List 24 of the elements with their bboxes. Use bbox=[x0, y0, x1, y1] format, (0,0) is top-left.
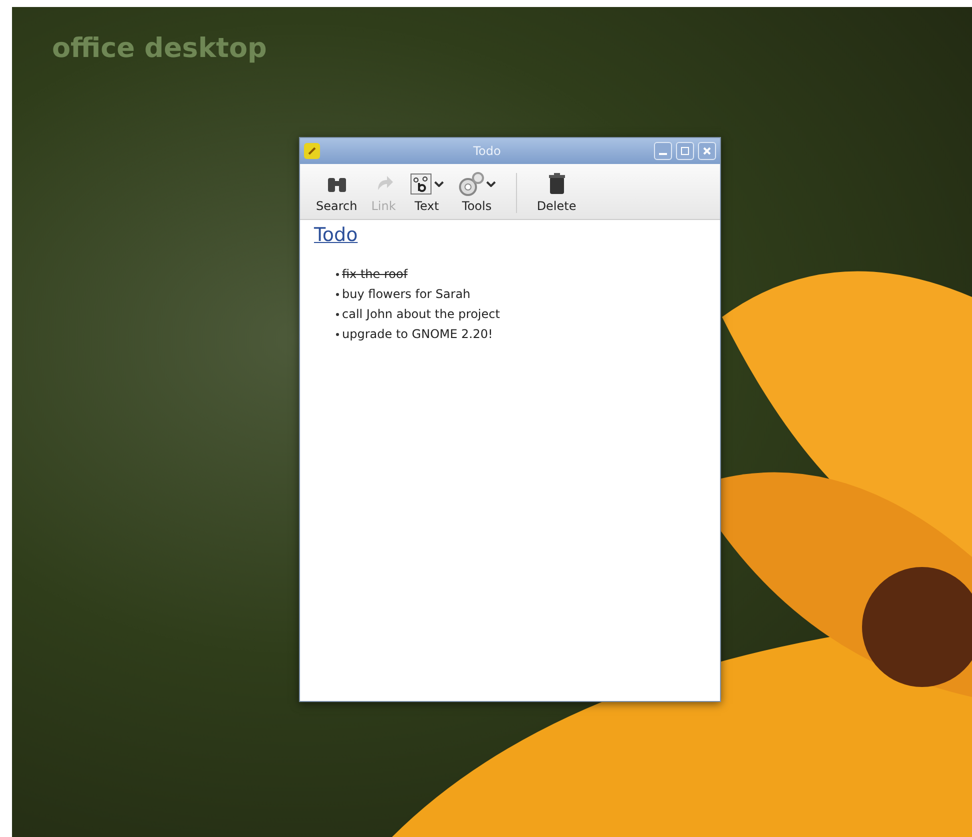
todo-item: fix the roof bbox=[342, 266, 408, 283]
minimize-button[interactable] bbox=[654, 142, 672, 160]
bullet-icon bbox=[336, 332, 339, 336]
close-button[interactable] bbox=[698, 142, 716, 160]
bullet-icon bbox=[336, 272, 339, 276]
desktop-label: office desktop bbox=[52, 33, 267, 64]
note-title: Todo bbox=[314, 224, 358, 246]
window-title: Todo bbox=[472, 144, 502, 158]
search-button[interactable]: Search bbox=[312, 172, 362, 213]
todo-item: buy flowers for Sarah bbox=[342, 286, 470, 303]
tools-button[interactable]: Tools bbox=[454, 172, 500, 213]
bullet-icon bbox=[336, 312, 339, 316]
text-button[interactable]: Text bbox=[406, 172, 448, 213]
maximize-icon bbox=[681, 147, 689, 155]
text-style-icon bbox=[410, 173, 432, 195]
delete-button[interactable]: Delete bbox=[532, 172, 580, 213]
todo-item: call John about the project bbox=[342, 306, 500, 323]
trash-can-icon bbox=[548, 173, 566, 195]
gears-icon bbox=[458, 172, 484, 196]
close-icon bbox=[703, 147, 711, 155]
todo-item: upgrade to GNOME 2.20! bbox=[342, 326, 493, 343]
note-icon bbox=[304, 143, 320, 159]
bullet-icon bbox=[336, 292, 339, 296]
maximize-button[interactable] bbox=[676, 142, 694, 160]
